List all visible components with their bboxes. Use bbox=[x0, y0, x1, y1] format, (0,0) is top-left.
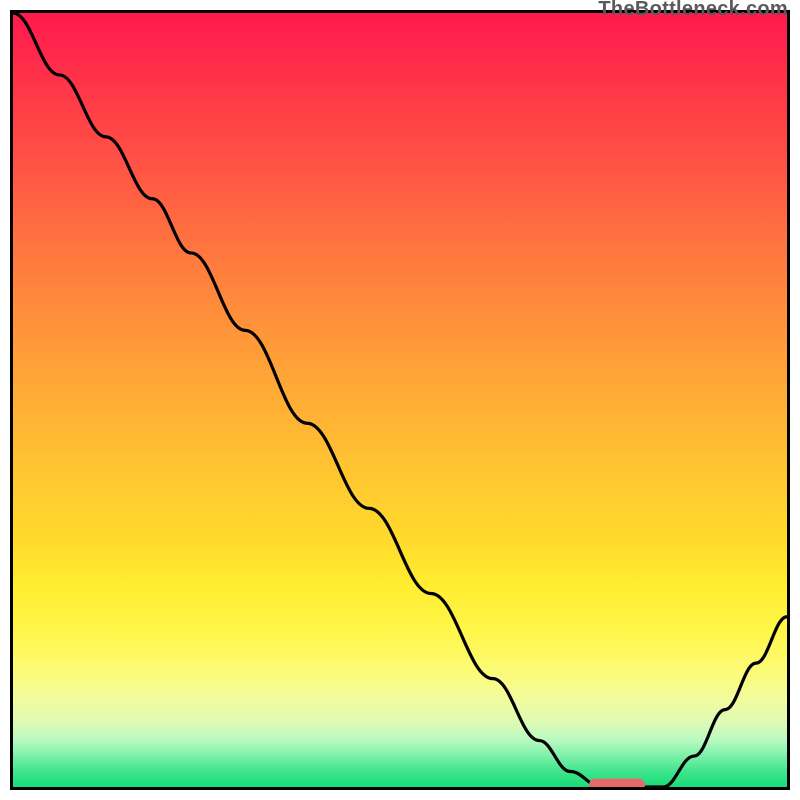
chart-container: TheBottleneck.com bbox=[0, 0, 800, 800]
bottleneck-curve bbox=[13, 13, 787, 787]
plot-area bbox=[10, 10, 790, 790]
watermark-text: TheBottleneck.com bbox=[598, 0, 788, 21]
optimal-marker bbox=[589, 779, 645, 791]
